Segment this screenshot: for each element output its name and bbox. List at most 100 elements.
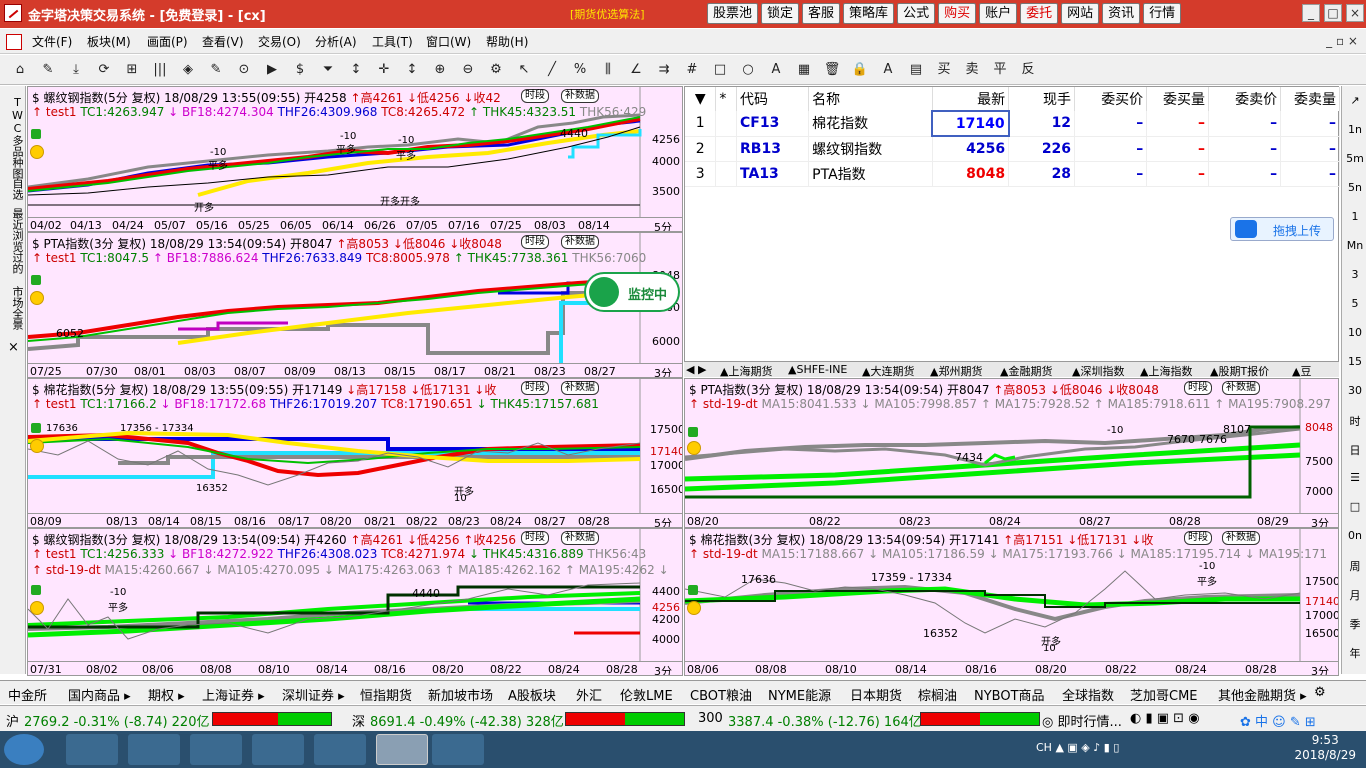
- market-tab[interactable]: NYBOT商品: [974, 685, 1045, 704]
- lock-icon[interactable]: [688, 585, 698, 595]
- smiley-icon[interactable]: [687, 441, 701, 455]
- smiley-icon[interactable]: [30, 601, 44, 615]
- clock[interactable]: 9:53 2018/8/29: [1294, 733, 1356, 763]
- period-tab[interactable]: 5n: [1344, 181, 1366, 194]
- dropdown-icon[interactable]: ⏷: [316, 60, 340, 80]
- period-tab[interactable]: 1: [1344, 210, 1366, 223]
- quotes-button[interactable]: 行情: [1143, 3, 1182, 24]
- maximize-button[interactable]: □: [1324, 4, 1342, 22]
- download-icon[interactable]: ⤓: [64, 60, 88, 80]
- gear-icon[interactable]: ⚙: [484, 60, 508, 80]
- mdi-controls[interactable]: _ ▫ ×: [1326, 34, 1358, 48]
- chart-panel-cotton-5m[interactable]: $ 棉花指数(5分 复权) 18/08/29 13:55(09:55) 开171…: [27, 378, 683, 528]
- left-tab-market-overview[interactable]: 市场全景: [3, 286, 24, 330]
- period-tab[interactable]: 30: [1344, 384, 1366, 397]
- channel-icon[interactable]: ⫼: [596, 60, 620, 80]
- news-ticker[interactable]: ◎ 即时行情...: [1042, 711, 1122, 730]
- period-tab[interactable]: ↗: [1344, 94, 1366, 107]
- session-chip[interactable]: 时段: [1184, 531, 1212, 545]
- session-chip[interactable]: 时段: [521, 381, 549, 395]
- backfill-chip[interactable]: 补数据: [561, 235, 599, 249]
- chart-panel-rebar-5m[interactable]: $ 螺纹钢指数(5分 复权) 18/08/29 13:55(09:55) 开42…: [27, 86, 683, 232]
- quote-row[interactable]: 2 RB13 螺纹钢指数 4256 226 – – – –: [685, 136, 1340, 162]
- quote-row[interactable]: 3 TA13 PTA指数 8048 28 – – – –: [685, 161, 1340, 187]
- col-vol[interactable]: 现手: [1008, 87, 1076, 111]
- sell-tool-icon[interactable]: 卖: [960, 60, 984, 80]
- market-tab[interactable]: 芝加哥CME: [1130, 685, 1198, 704]
- market-tab[interactable]: 上海证券 ▸: [202, 685, 265, 704]
- quote-row[interactable]: 1 CF13 棉花指数 17140 12 – – – –: [685, 110, 1340, 137]
- baidu-cloud-icon[interactable]: [314, 734, 366, 765]
- collapse-icon[interactable]: ×: [8, 340, 19, 355]
- chart-panel-pta-std[interactable]: $ PTA指数(3分 复权) 18/08/29 13:54(09:54) 开80…: [684, 378, 1339, 528]
- reverse-tool-icon[interactable]: 反: [1016, 60, 1040, 80]
- tab-dce[interactable]: ▲大连期货: [862, 363, 914, 377]
- zoom-in-icon[interactable]: ⊕: [428, 60, 452, 80]
- market-tab[interactable]: 中金所: [8, 685, 47, 704]
- news-button[interactable]: 资讯: [1102, 3, 1141, 24]
- smiley-icon[interactable]: [30, 291, 44, 305]
- market-tab[interactable]: 伦敦LME: [620, 685, 673, 704]
- box-icon[interactable]: ▦: [792, 60, 816, 80]
- explorer-icon[interactable]: [128, 734, 180, 765]
- col-ask[interactable]: 委卖价: [1208, 87, 1282, 111]
- start-button[interactable]: [4, 734, 44, 765]
- col-bidvol[interactable]: 委买量: [1146, 87, 1210, 111]
- col-sort[interactable]: ▼: [685, 87, 717, 111]
- lock-icon[interactable]: [688, 427, 698, 437]
- tab-scroll-arrows[interactable]: ◀ ▶: [686, 363, 706, 376]
- period-tab[interactable]: 日: [1344, 442, 1366, 458]
- account-button[interactable]: 账户: [979, 3, 1018, 24]
- close-button[interactable]: ×: [1346, 4, 1364, 22]
- menu-sector[interactable]: 板块(M): [87, 33, 131, 50]
- menu-view-layout[interactable]: 画面(P): [147, 33, 188, 50]
- backfill-chip[interactable]: 补数据: [561, 531, 599, 545]
- buy-button[interactable]: 购买: [938, 3, 977, 24]
- document-icon[interactable]: [6, 34, 22, 50]
- website-button[interactable]: 网站: [1061, 3, 1100, 24]
- grid-tool-icon[interactable]: #: [680, 60, 704, 80]
- market-tab[interactable]: 全球指数: [1062, 685, 1114, 704]
- play-icon[interactable]: ⊙: [232, 60, 256, 80]
- chart-panel-pta-3m[interactable]: $ PTA指数(3分 复权) 18/08/29 13:54(09:54) 开80…: [27, 232, 683, 378]
- percent-icon[interactable]: %: [568, 60, 592, 80]
- session-chip[interactable]: 时段: [521, 531, 549, 545]
- edit-icon[interactable]: ✎: [204, 60, 228, 80]
- market-tab[interactable]: 其他金融期货 ▸: [1218, 685, 1307, 704]
- refresh-icon[interactable]: ⟳: [92, 60, 116, 80]
- menu-help[interactable]: 帮助(H): [486, 33, 528, 50]
- col-code[interactable]: 代码: [736, 87, 810, 111]
- system-tray[interactable]: CH ▲ ▣ ◈ ♪ ▮ ▯: [1036, 741, 1119, 754]
- lock-icon[interactable]: [31, 275, 41, 285]
- chart-panel-cotton-std[interactable]: $ 棉花指数(3分 复权) 18/08/29 13:54(09:54) 开171…: [684, 528, 1339, 676]
- col-last[interactable]: 最新: [932, 87, 1010, 111]
- font-color-icon[interactable]: A: [876, 60, 900, 80]
- ie-icon[interactable]: [66, 734, 118, 765]
- market-tab[interactable]: CBOT粮油: [690, 685, 752, 704]
- ellipse-icon[interactable]: ○: [736, 60, 760, 80]
- period-tab[interactable]: 周: [1344, 558, 1366, 574]
- period-tab[interactable]: 10: [1344, 326, 1366, 339]
- period-tab[interactable]: 15: [1344, 355, 1366, 368]
- period-tab[interactable]: 0n: [1344, 529, 1366, 542]
- period-tab[interactable]: 1n: [1344, 123, 1366, 136]
- left-tab-multi-chart[interactable]: TWC多品种图: [3, 96, 24, 179]
- line-tool-icon[interactable]: ╱: [540, 60, 564, 80]
- period-tab[interactable]: Mn: [1344, 239, 1366, 252]
- rect-icon[interactable]: □: [708, 60, 732, 80]
- menu-file[interactable]: 文件(F): [32, 33, 72, 50]
- period-tab[interactable]: 月: [1344, 587, 1366, 603]
- left-tab-recent[interactable]: 最近浏览过的: [3, 208, 24, 274]
- cursor-icon[interactable]: ↖: [512, 60, 536, 80]
- period-tab[interactable]: ☰: [1344, 471, 1366, 484]
- lock-icon[interactable]: [31, 585, 41, 595]
- buy-tool-icon[interactable]: 买: [932, 60, 956, 80]
- market-tab[interactable]: 外汇: [576, 685, 602, 704]
- formula-button[interactable]: 公式: [897, 3, 936, 24]
- market-tab[interactable]: 恒指期货: [360, 685, 412, 704]
- zoom-out-icon[interactable]: ⊖: [456, 60, 480, 80]
- start-icon[interactable]: ▶: [260, 60, 284, 80]
- angle-icon[interactable]: ∠: [624, 60, 648, 80]
- briefcase-icon[interactable]: [432, 734, 484, 765]
- drag-upload-button[interactable]: 拖拽上传: [1230, 217, 1334, 241]
